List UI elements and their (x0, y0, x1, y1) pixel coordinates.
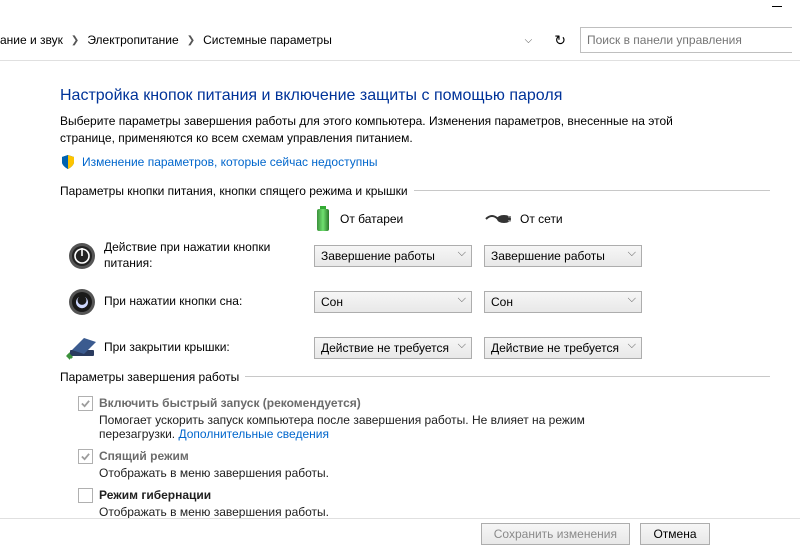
refresh-button[interactable]: ↻ (540, 32, 580, 49)
battery-column-label: От батареи (340, 212, 403, 226)
save-button: Сохранить изменения (481, 523, 630, 545)
lid-battery-select[interactable]: Действие не требуется (314, 337, 472, 359)
change-unavailable-link[interactable]: Изменение параметров, которые сейчас нед… (82, 155, 378, 169)
checkmark-icon (81, 399, 90, 408)
chevron-right-icon[interactable]: ❯ (69, 35, 81, 46)
hibernate-description: Отображать в меню завершения работы. (99, 505, 659, 519)
fast-startup-checkbox[interactable] (78, 396, 93, 411)
command-bar: Сохранить изменения Отмена (0, 518, 800, 551)
cancel-button[interactable]: Отмена (640, 523, 710, 545)
checkmark-icon (81, 452, 90, 461)
page-description: Выберите параметры завершения работы для… (60, 113, 680, 148)
more-info-link[interactable]: Дополнительные сведения (178, 427, 328, 441)
sleep-button-ac-select[interactable]: Сон (484, 291, 642, 313)
breadcrumb-category[interactable]: ание и звук (0, 33, 63, 47)
search-input[interactable] (581, 28, 800, 52)
power-buttons-group: Параметры кнопки питания, кнопки спящего… (60, 184, 770, 364)
search-box[interactable] (580, 27, 792, 53)
minimize-button[interactable] (772, 6, 782, 8)
ac-column-label: От сети (520, 212, 563, 226)
power-button-ac-select[interactable]: Завершение работы (484, 245, 642, 267)
hibernate-checkbox[interactable] (78, 488, 93, 503)
breadcrumb-power[interactable]: Электропитание (87, 33, 178, 47)
fast-startup-description: Помогает ускорить запуск компьютера посл… (99, 413, 659, 441)
power-button-label: Действие при нажатии кнопки питания: (104, 240, 314, 271)
page-title: Настройка кнопок питания и включение защ… (60, 87, 770, 105)
history-dropdown[interactable]: ⌵ (517, 35, 541, 46)
hibernate-label: Режим гибернации (99, 488, 211, 502)
battery-icon (314, 206, 332, 232)
sleep-mode-checkbox[interactable] (78, 449, 93, 464)
shutdown-settings-group: Параметры завершения работы Включить быс… (60, 370, 770, 527)
plug-icon (484, 211, 512, 227)
lid-close-label: При закрытии крышки: (104, 340, 314, 356)
sleep-mode-description: Отображать в меню завершения работы. (99, 466, 659, 480)
fast-startup-label: Включить быстрый запуск (рекомендуется) (99, 396, 361, 410)
breadcrumb-system-settings[interactable]: Системные параметры (203, 33, 332, 47)
power-buttons-legend: Параметры кнопки питания, кнопки спящего… (60, 184, 414, 198)
sleep-button-battery-select[interactable]: Сон (314, 291, 472, 313)
power-button-battery-select[interactable]: Завершение работы (314, 245, 472, 267)
power-button-icon (68, 242, 96, 270)
address-bar: ание и звук ❯ Электропитание ❯ Системные… (0, 20, 800, 60)
lid-icon (66, 336, 98, 360)
shield-icon (60, 154, 76, 170)
chevron-right-icon[interactable]: ❯ (185, 35, 197, 46)
sleep-button-icon (68, 288, 96, 316)
sleep-button-label: При нажатии кнопки сна: (104, 294, 314, 310)
shutdown-settings-legend: Параметры завершения работы (60, 370, 245, 384)
lid-ac-select[interactable]: Действие не требуется (484, 337, 642, 359)
sleep-mode-label: Спящий режим (99, 449, 189, 463)
